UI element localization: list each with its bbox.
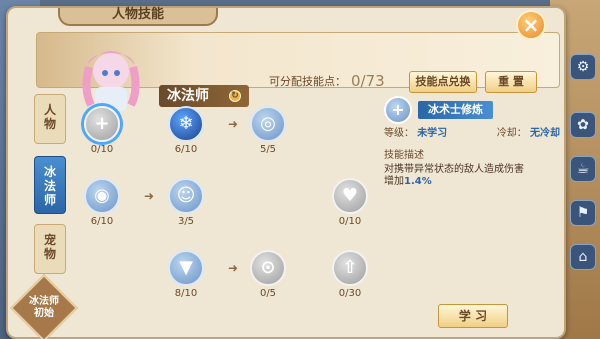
- arrow-right-icon: ➜: [227, 117, 239, 131]
- start-badge-line2: 初始: [34, 308, 54, 319]
- tab-ice-mage[interactable]: 冰 法 师: [34, 156, 66, 214]
- gear-icon[interactable]: ✿: [570, 112, 596, 138]
- vortex-icon: ⊙: [250, 250, 286, 286]
- skill-level: 等级： 未学习: [384, 128, 447, 140]
- heart-plus-icon: ♥: [332, 178, 368, 214]
- ice-beast-icon: ❄: [168, 106, 204, 142]
- start-badge-text: 冰法师 初始: [22, 296, 66, 320]
- tab-pet[interactable]: 宠 物: [34, 224, 66, 274]
- skill-node[interactable]: ❄ 6/10: [166, 106, 206, 156]
- skill-node[interactable]: ☺ 3/5: [166, 178, 206, 228]
- skill-node[interactable]: ▼ 8/10: [166, 250, 206, 300]
- tab-character[interactable]: 人 物: [34, 94, 66, 144]
- skill-description-prefix: 增加: [384, 176, 404, 187]
- ice-shard-icon: ▼: [168, 250, 204, 286]
- skill-count: 6/10: [90, 216, 114, 227]
- skill-node[interactable]: ⇧ 0/30: [330, 250, 370, 300]
- skill-points-value: 0/73: [351, 72, 385, 90]
- skill-tree: + 0/10 ❄ 6/10 ➜ ◎ 5/5 ◉ 6/10 ➜ ☺ 3/5 ♥ 0…: [74, 98, 374, 339]
- skill-level-label: 等级：: [384, 128, 414, 139]
- skill-level-value: 未学习: [417, 128, 448, 139]
- skill-count: 0/30: [338, 288, 362, 299]
- skill-count: 0/10: [338, 216, 362, 227]
- skill-node[interactable]: ◉ 6/10: [82, 178, 122, 228]
- ice-burst-icon: ◎: [250, 106, 286, 142]
- skill-cooldown-label: 冷却：: [496, 128, 527, 139]
- team-icon: ☺: [168, 178, 204, 214]
- skill-count: 8/10: [174, 288, 198, 299]
- tab-ice-mage-label: 冰 法 师: [43, 165, 56, 207]
- window-title: 人物技能: [58, 8, 218, 26]
- cup-icon[interactable]: ☕: [570, 156, 596, 182]
- start-badge-line1: 冰法师: [29, 296, 59, 307]
- arrow-right-icon: ➜: [227, 261, 239, 275]
- upgrade-arrows-icon: ⇧: [332, 250, 368, 286]
- skill-count: 5/5: [259, 144, 277, 155]
- skill-node[interactable]: + 0/10: [82, 106, 122, 156]
- skill-count: 0/5: [259, 288, 277, 299]
- skill-description-title: 技能描述: [384, 150, 424, 161]
- skill-description-line2: 增加1.4%: [384, 176, 560, 188]
- settings-icon[interactable]: ⚙: [570, 54, 596, 80]
- skill-description-line1: 对携带异常状态的敌人造成伤害: [384, 164, 524, 175]
- skill-description: 对携带异常状态的敌人造成伤害 增加1.4%: [384, 164, 560, 188]
- tab-character-label: 人 物: [43, 103, 56, 131]
- skill-info-panel: + 冰术士修炼 等级： 未学习 冷却： 无冷却 技能描述 对携带异常状态的敌人造…: [384, 96, 560, 336]
- reset-button[interactable]: 重 置: [485, 71, 537, 93]
- skill-count: 0/10: [90, 144, 114, 155]
- skill-cooldown: 冷却： 无冷却: [497, 128, 560, 140]
- skill-count: 3/5: [177, 216, 195, 227]
- skill-book-panel: 人物技能 冰法师 ↻ 可分配技能点： 0/73 技能点兑换 重 置 × 人 物 …: [6, 6, 566, 339]
- right-menu: ⚙ ✿ ☕ ⚑ ⌂: [566, 0, 600, 339]
- plus-icon: +: [384, 96, 412, 124]
- skill-info-meta: 等级： 未学习 冷却： 无冷却: [384, 128, 560, 140]
- skill-node[interactable]: ⊙ 0/5: [248, 250, 288, 300]
- learn-button[interactable]: 学 习: [438, 304, 508, 328]
- skill-points-label: 可分配技能点：: [269, 75, 346, 88]
- skill-node[interactable]: ◎ 5/5: [248, 106, 288, 156]
- plus-icon: +: [84, 106, 120, 142]
- ice-orb-icon: ◉: [84, 178, 120, 214]
- map-icon[interactable]: ⌂: [570, 244, 596, 270]
- exchange-points-button[interactable]: 技能点兑换: [409, 71, 477, 93]
- skill-node[interactable]: ♥ 0/10: [330, 178, 370, 228]
- skill-info-name: 冰术士修炼: [418, 101, 493, 119]
- skill-info-header: + 冰术士修炼: [384, 96, 560, 124]
- character-header: 冰法师 ↻ 可分配技能点： 0/73 技能点兑换 重 置: [36, 32, 560, 111]
- flag-icon[interactable]: ⚑: [570, 200, 596, 226]
- close-icon[interactable]: ×: [516, 10, 546, 40]
- arrow-right-icon: ➜: [143, 189, 155, 203]
- skill-cooldown-value: 无冷却: [530, 128, 560, 139]
- skill-count: 6/10: [174, 144, 198, 155]
- skill-description-value: 1.4%: [404, 176, 432, 187]
- tab-pet-label: 宠 物: [43, 233, 56, 261]
